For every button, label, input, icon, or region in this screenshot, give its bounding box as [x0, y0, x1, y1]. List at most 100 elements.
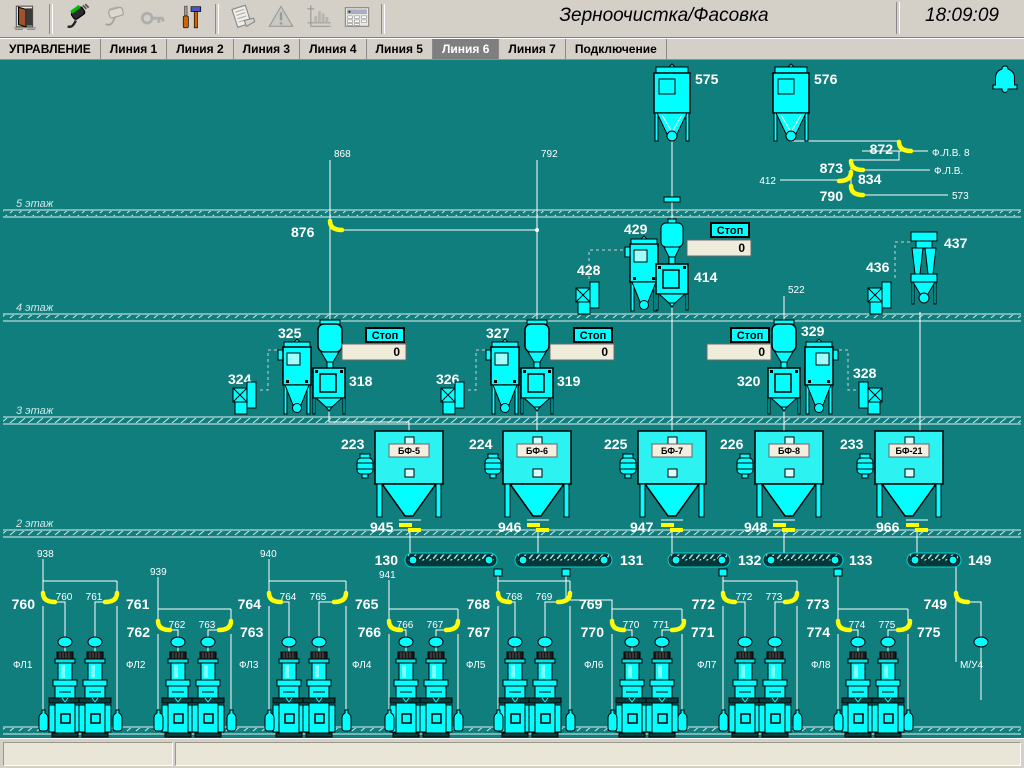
bunker-bf6-motor[interactable]: [485, 454, 501, 478]
valve-766-label: 766: [358, 624, 382, 640]
connect-button[interactable]: [58, 3, 96, 35]
bunker-223-label: 223: [341, 436, 365, 452]
bin-319[interactable]: [521, 368, 553, 414]
connect-plug-icon: [63, 3, 91, 34]
valve-775-label: 775: [917, 624, 941, 640]
fan-428-label: 428: [577, 262, 601, 278]
conveyor-132[interactable]: [668, 553, 730, 567]
valve-873-label: 873: [820, 160, 844, 176]
gate-947-label: 947: [630, 519, 654, 535]
fan-428[interactable]: [576, 282, 599, 314]
valve-873-icon[interactable]: [851, 161, 863, 170]
valve-872-icon[interactable]: [899, 142, 911, 151]
report-button[interactable]: [224, 3, 262, 35]
tab-line-2[interactable]: Линия 2: [167, 39, 233, 59]
tab-line-1[interactable]: Линия 1: [101, 39, 167, 59]
diagram-area: 5 этаж 4 этаж 3 этаж 2 этаж: [0, 59, 1024, 738]
gate-945-label: 945: [370, 519, 394, 535]
stop-widget-1: Стоп 0: [687, 223, 751, 256]
svg-text:775: 775: [879, 620, 896, 631]
feed-938-label: 938: [37, 549, 54, 560]
alarm-bell-icon[interactable]: [993, 66, 1017, 92]
line-fl1-label: ФЛ1: [13, 660, 33, 671]
line-fl7-label: ФЛ7: [697, 660, 717, 671]
cyclone-576[interactable]: [773, 64, 809, 141]
trends-button[interactable]: [300, 3, 338, 35]
calculator-icon: [342, 3, 372, 34]
bin-318[interactable]: [313, 368, 345, 414]
conveyor-132-label: 132: [738, 552, 762, 568]
bin-320-label: 320: [737, 373, 761, 389]
conveyor-131-label: 131: [620, 552, 644, 568]
cyclone-325[interactable]: [278, 339, 311, 414]
filter-414[interactable]: [656, 264, 688, 310]
feed-939-label: 939: [150, 567, 167, 578]
vessel-318[interactable]: [318, 320, 342, 368]
tab-line-5[interactable]: Линия 5: [367, 39, 433, 59]
conveyor-131[interactable]: [515, 553, 612, 567]
page-title: Зерноочистка/Фасовка: [432, 5, 896, 27]
fan-436-label: 436: [866, 259, 890, 275]
panel-button[interactable]: [338, 3, 376, 35]
bunker-bf21-plate: БФ-21: [895, 446, 922, 456]
tab-line-7[interactable]: Линия 7: [499, 39, 565, 59]
slide-575[interactable]: [664, 197, 680, 202]
valve-771-label: 771: [691, 624, 715, 640]
bunker-bf5-motor[interactable]: [357, 454, 373, 478]
conveyor-133[interactable]: [763, 553, 843, 567]
valve-790-icon[interactable]: [851, 186, 863, 195]
status-bar: [0, 738, 1024, 768]
cyclone-575[interactable]: [654, 64, 690, 141]
sight-glasses: [58, 637, 988, 647]
tools-button[interactable]: [172, 3, 210, 35]
alarms-button[interactable]: [262, 3, 300, 35]
chart-icon: [305, 3, 333, 34]
tab-podklyuchenie[interactable]: Подключение: [566, 39, 667, 59]
gate-946-label: 946: [498, 519, 522, 535]
fan-436[interactable]: [868, 282, 891, 314]
valve-772-label: 772: [692, 596, 716, 612]
disconnect-button[interactable]: [96, 3, 134, 35]
tab-line-4[interactable]: Линия 4: [300, 39, 366, 59]
svg-text:767: 767: [427, 620, 444, 631]
bunker-bf21-motor[interactable]: [857, 454, 873, 478]
conveyor-149[interactable]: [907, 553, 961, 567]
bunker-bf6-plate: БФ-6: [526, 446, 548, 456]
bunker-row: БФ-5 БФ-6 БФ-7 БФ-8 БФ-21 223 224 225 22…: [341, 431, 943, 535]
vessel-319[interactable]: [525, 320, 549, 368]
report-hand-icon: [229, 3, 257, 34]
svg-text:764: 764: [280, 592, 297, 603]
status-panel-right: [175, 742, 1021, 766]
floor-label-4: 4 этаж: [16, 302, 54, 314]
cyclone-429[interactable]: [625, 236, 658, 311]
exit-button[interactable]: [6, 3, 44, 35]
fan-328[interactable]: [859, 382, 882, 414]
toolbar-separator: [896, 2, 900, 34]
line-868-label: 868: [334, 149, 351, 160]
bunker-bf8-motor[interactable]: [737, 454, 753, 478]
line-522-label: 522: [788, 285, 805, 296]
battery-cyclone-437[interactable]: [911, 232, 937, 304]
counter-value-1: 0: [738, 241, 745, 255]
tab-upravlenie[interactable]: УПРАВЛЕНИЕ: [0, 39, 101, 59]
line-fl2-label: ФЛ2: [126, 660, 146, 671]
tab-line-3[interactable]: Линия 3: [234, 39, 300, 59]
cyclone-329[interactable]: [805, 339, 838, 414]
bin-320[interactable]: [768, 368, 800, 414]
conveyor-130[interactable]: [405, 553, 497, 567]
tab-line-6[interactable]: Линия 6: [433, 39, 499, 59]
key-icon: [139, 3, 167, 34]
cyclone-327[interactable]: [486, 339, 519, 414]
small-cyclone[interactable]: [661, 219, 683, 264]
bunker-bf7-motor[interactable]: [620, 454, 636, 478]
bunker-226-label: 226: [720, 436, 744, 452]
valve-768-label: 768: [467, 596, 491, 612]
vessel-320[interactable]: [772, 320, 796, 368]
toolbar: Зерноочистка/Фасовка 18:09:09: [0, 0, 1024, 38]
valve-876-icon[interactable]: [330, 221, 342, 230]
tab-bar: УПРАВЛЕНИЕ Линия 1 Линия 2 Линия 3 Линия…: [0, 38, 1024, 59]
key-button[interactable]: [134, 3, 172, 35]
bunker-233-label: 233: [840, 436, 864, 452]
fan-328-label: 328: [853, 365, 877, 381]
gate-948-label: 948: [744, 519, 768, 535]
